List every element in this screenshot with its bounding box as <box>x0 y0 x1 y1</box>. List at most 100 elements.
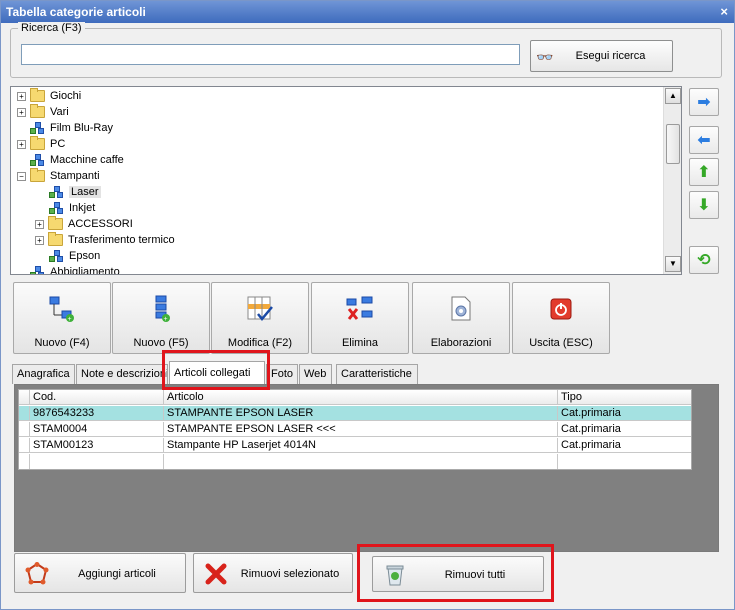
cell-articolo: STAMPANTE EPSON LASER <<< <box>164 422 558 437</box>
exit-label: Uscita (ESC) <box>529 337 593 349</box>
category-tree[interactable]: + Giochi + Vari Film Blu-Ray + PC Macchi… <box>10 86 682 275</box>
tree-item-label: Inkjet <box>69 202 96 214</box>
table-row[interactable]: STAM00123 Stampante HP Laserjet 4014N Ca… <box>19 438 691 453</box>
row-indicator <box>19 454 30 469</box>
linked-items-grid[interactable]: Cod. Articolo Tipo 9876543233 STAMPANTE … <box>18 389 692 470</box>
tab-note-descrizioni[interactable]: Note e descrizioni <box>76 364 168 384</box>
new-f4-button[interactable]: + Nuovo (F4) <box>13 282 111 354</box>
scroll-thumb[interactable] <box>666 124 680 164</box>
category-leaf-icon <box>49 249 64 263</box>
search-button[interactable]: 👓 Esegui ricerca <box>530 40 673 72</box>
tree-item-label: Giochi <box>50 90 82 102</box>
expand-icon[interactable]: + <box>17 91 26 101</box>
expand-icon[interactable]: + <box>17 107 26 117</box>
folder-icon <box>30 168 45 182</box>
tab-foto[interactable]: Foto <box>266 364 298 384</box>
tree-item-accessori[interactable]: + ACCESSORI <box>35 216 133 232</box>
move-up-button[interactable]: ⬆ <box>689 158 719 186</box>
new-f5-button[interactable]: + Nuovo (F5) <box>112 282 210 354</box>
column-header-cod[interactable]: Cod. <box>30 390 164 405</box>
remove-selected-button[interactable]: Rimuovi selezionato <box>193 553 353 593</box>
edit-button[interactable]: Modifica (F2) <box>211 282 309 354</box>
svg-text:+: + <box>68 316 72 323</box>
expand-icon[interactable]: + <box>17 139 26 149</box>
expand-icon[interactable]: + <box>35 219 44 229</box>
process-label: Elaborazioni <box>430 337 492 349</box>
scroll-up-icon[interactable]: ▲ <box>665 88 681 104</box>
tree-item-stampanti[interactable]: − Stampanti <box>17 168 100 184</box>
tree-item-label: Epson <box>69 250 101 262</box>
category-leaf-icon <box>49 201 64 215</box>
tab-caratteristiche[interactable]: Caratteristiche <box>336 364 418 384</box>
tree-item-vari[interactable]: + Vari <box>17 104 69 120</box>
close-icon[interactable]: × <box>720 4 728 19</box>
folder-icon <box>48 216 63 230</box>
cell-cod <box>30 454 164 469</box>
folder-icon <box>30 136 45 150</box>
title-bar: Tabella categorie articoli × <box>1 1 734 23</box>
category-leaf-icon <box>30 153 45 167</box>
tree-item-epson[interactable]: Epson <box>49 248 100 264</box>
edit-label: Modifica (F2) <box>227 337 293 349</box>
cell-tipo: Cat.primaria <box>561 407 621 419</box>
exit-button[interactable]: Uscita (ESC) <box>512 282 610 354</box>
tree-item-macchine-caffe[interactable]: Macchine caffe <box>30 152 124 168</box>
tree-item-laser[interactable]: Laser <box>49 184 101 200</box>
tab-articoli-collegati[interactable]: Articoli collegati <box>169 361 265 384</box>
table-row[interactable]: STAM0004 STAMPANTE EPSON LASER <<< Cat.p… <box>19 422 691 437</box>
tree-item-giochi[interactable]: + Giochi <box>17 88 81 104</box>
new-f4-label: Nuovo (F4) <box>34 337 90 349</box>
remove-all-button[interactable]: Rimuovi tutti <box>372 556 544 592</box>
tree-scrollbar[interactable]: ▲ ▼ <box>663 87 681 274</box>
search-input[interactable] <box>21 44 520 65</box>
folder-icon <box>48 232 63 246</box>
column-header-tipo[interactable]: Tipo <box>558 390 691 405</box>
scroll-down-icon[interactable]: ▼ <box>665 256 681 272</box>
folder-icon <box>30 88 45 102</box>
row-indicator <box>19 406 30 421</box>
table-row-empty[interactable] <box>19 454 691 469</box>
delete-button[interactable]: Elimina <box>311 282 409 354</box>
column-header-articolo[interactable]: Articolo <box>164 390 558 405</box>
search-legend: Ricerca (F3) <box>18 22 85 34</box>
cell-tipo: Cat.primaria <box>561 439 621 451</box>
tree-item-label: Abbigliamento <box>50 266 120 275</box>
new-child-icon: + <box>155 295 170 323</box>
cell-cod: STAM00123 <box>30 438 164 453</box>
tab-web[interactable]: Web <box>299 364 332 384</box>
arrow-right-icon: ➡ <box>697 94 711 111</box>
tab-anagrafica[interactable]: Anagrafica <box>12 364 75 384</box>
grid-header: Cod. Articolo Tipo <box>19 390 691 405</box>
refresh-button[interactable]: ⟲ <box>689 246 719 274</box>
tree-item-label: PC <box>50 138 66 150</box>
table-row[interactable]: 9876543233 STAMPANTE EPSON LASER Cat.pri… <box>19 406 691 421</box>
cell-tipo: Cat.primaria <box>561 423 621 435</box>
cell-cod: 9876543233 <box>30 406 164 421</box>
tree-item-abbigliamento[interactable]: Abbigliamento <box>30 264 120 275</box>
collapse-icon[interactable]: − <box>17 171 26 181</box>
cell-articolo: STAMPANTE EPSON LASER <box>164 406 558 421</box>
move-down-button[interactable]: ⬇ <box>689 191 719 219</box>
expand-icon[interactable]: + <box>35 235 44 245</box>
tree-item-film-blu-ray[interactable]: Film Blu-Ray <box>30 120 113 136</box>
tree-item-pc[interactable]: + PC <box>17 136 65 152</box>
gear-document-icon <box>451 296 471 321</box>
binoculars-icon: 👓 <box>536 49 554 65</box>
add-items-button[interactable]: Aggiungi articoli <box>14 553 186 593</box>
move-left-button[interactable]: ⬅ <box>689 126 719 154</box>
cell-cod: STAM0004 <box>30 422 164 437</box>
svg-text:+: + <box>164 316 168 323</box>
tree-item-inkjet[interactable]: Inkjet <box>49 200 95 216</box>
add-items-label: Aggiungi articoli <box>78 568 156 580</box>
tree-item-label: Vari <box>50 106 69 118</box>
process-button[interactable]: Elaborazioni <box>412 282 510 354</box>
new-node-icon: + <box>49 296 74 323</box>
tree-item-trasferimento-termico[interactable]: + Trasferimento termico <box>35 232 175 248</box>
window-title: Tabella categorie articoli <box>6 5 146 19</box>
tree-item-label: Laser <box>69 186 101 198</box>
refresh-icon: ⟲ <box>697 252 711 269</box>
tree-item-label: Trasferimento termico <box>68 234 175 246</box>
move-right-button[interactable]: ➡ <box>689 88 719 116</box>
tree-item-label: Stampanti <box>50 170 100 182</box>
row-indicator <box>19 422 30 437</box>
